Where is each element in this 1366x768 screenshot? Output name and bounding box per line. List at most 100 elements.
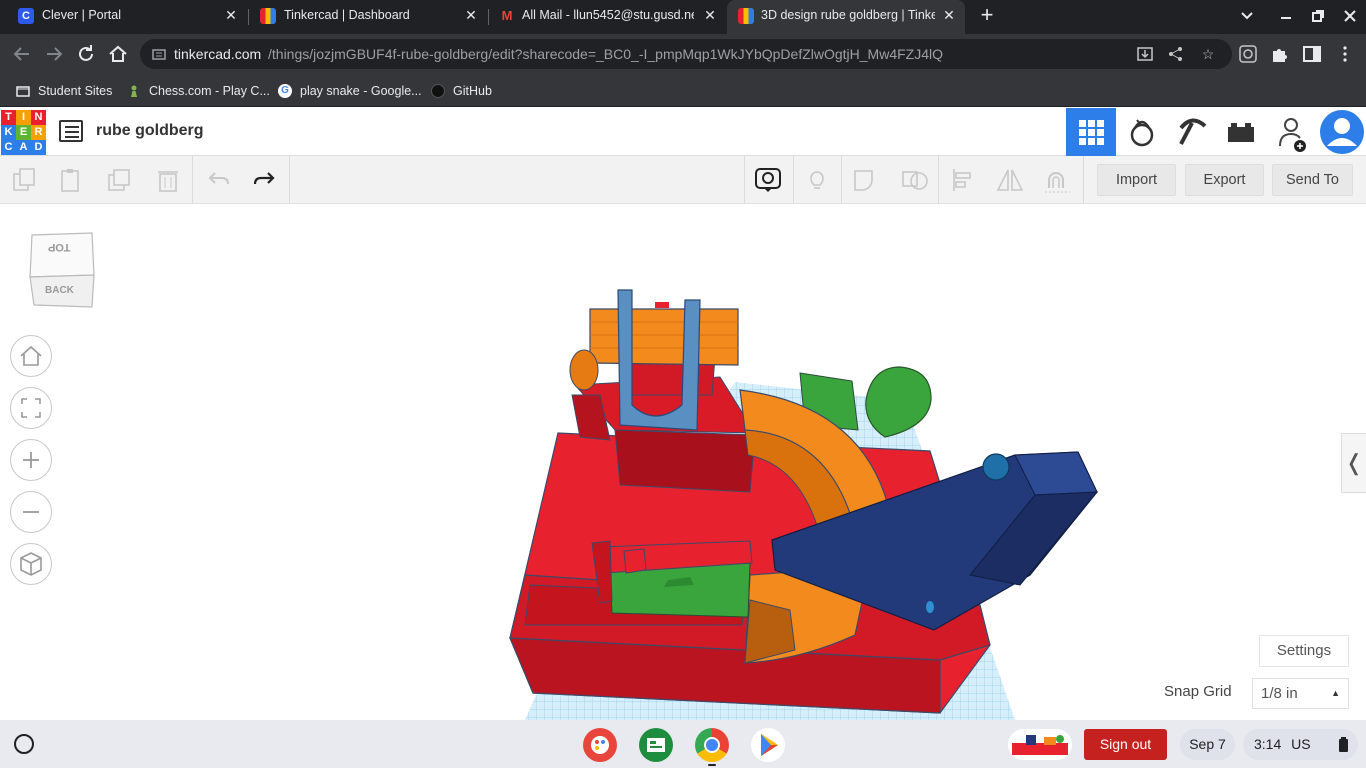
- snap-grid-select[interactable]: 1/8 in ▲: [1252, 678, 1349, 709]
- close-tab-icon[interactable]: ✕: [940, 6, 958, 24]
- lego-icon[interactable]: [1216, 108, 1266, 156]
- forward-icon[interactable]: [43, 43, 65, 65]
- lightbulb-icon[interactable]: [803, 166, 831, 194]
- profile-avatar[interactable]: [1317, 108, 1366, 156]
- side-panel-icon[interactable]: [1301, 43, 1323, 65]
- 3d-design-icon[interactable]: [1066, 108, 1116, 156]
- wifi-icon: [1319, 741, 1327, 751]
- google-icon: G: [278, 84, 292, 98]
- tinkercad-logo[interactable]: T I N K E R C A D: [1, 110, 46, 155]
- close-tab-icon[interactable]: ✕: [222, 6, 240, 24]
- minecraft-icon[interactable]: [1167, 108, 1217, 156]
- install-icon[interactable]: [1136, 45, 1154, 63]
- canvas-app-icon[interactable]: [583, 728, 617, 762]
- reload-icon[interactable]: [75, 43, 97, 65]
- tab-search-icon[interactable]: [1238, 8, 1256, 24]
- panel-collapse-tab[interactable]: ❬: [1341, 433, 1366, 493]
- ungroup-icon[interactable]: [901, 166, 929, 194]
- bookmark-label: Chess.com - Play C...: [149, 84, 270, 98]
- play-store-icon[interactable]: [751, 728, 785, 762]
- active-app-indicator: [708, 764, 716, 766]
- minimize-icon[interactable]: [1278, 8, 1294, 24]
- orange-log[interactable]: [589, 308, 739, 366]
- snap-grid-value: 1/8 in: [1261, 685, 1298, 702]
- clever-icon: C: [18, 8, 34, 24]
- restore-icon[interactable]: [1310, 8, 1326, 24]
- 3d-scene[interactable]: [0, 205, 1366, 720]
- red-small-cube: [623, 548, 647, 574]
- new-tab-button[interactable]: +: [976, 4, 998, 26]
- cruise-icon[interactable]: [1043, 166, 1071, 194]
- tab-clever[interactable]: C Clever | Portal ✕: [0, 0, 248, 32]
- bookmark-label: Student Sites: [38, 84, 113, 98]
- close-tab-icon[interactable]: ✕: [462, 6, 480, 24]
- tinkercad-icon: [260, 8, 276, 24]
- undo-icon[interactable]: [204, 166, 232, 194]
- address-bar[interactable]: tinkercad.com /things/jozjmGBUF4f-rube-g…: [140, 39, 1232, 69]
- settings-button[interactable]: Settings: [1259, 635, 1349, 667]
- green-balloon[interactable]: [865, 366, 932, 438]
- duplicate-icon[interactable]: [106, 166, 134, 194]
- bookmark-star-icon[interactable]: ☆: [1199, 45, 1217, 63]
- tab-3d-design[interactable]: 3D design rube goldberg | Tinkercad ✕: [727, 0, 965, 34]
- extensions-puzzle-icon[interactable]: [1269, 43, 1291, 65]
- bookmark-student-sites[interactable]: Student Sites: [16, 81, 112, 101]
- folder-icon: [16, 84, 30, 98]
- site-info-icon[interactable]: [152, 47, 166, 61]
- tab-title: All Mail - llun5452@stu.gusd.net: [522, 8, 694, 22]
- tote-preview[interactable]: [1008, 729, 1072, 760]
- bookmark-github[interactable]: GitHub: [431, 81, 492, 101]
- align-icon[interactable]: [950, 166, 978, 194]
- tinkercad-icon: [738, 8, 754, 24]
- design-list-icon[interactable]: [59, 120, 83, 142]
- bookmark-label: GitHub: [453, 84, 492, 98]
- menu-kebab-icon[interactable]: [1334, 43, 1356, 65]
- blue-marble[interactable]: [982, 453, 1010, 481]
- tab-gmail[interactable]: M All Mail - llun5452@stu.gusd.net ✕: [488, 0, 726, 32]
- system-taskbar: Sign out Sep 7 3:14 US: [0, 720, 1366, 768]
- mirror-icon[interactable]: [996, 166, 1024, 194]
- tab-title: Clever | Portal: [42, 8, 121, 22]
- home-icon[interactable]: [107, 43, 129, 65]
- sim-lab-icon[interactable]: [1117, 108, 1167, 156]
- paste-icon[interactable]: [57, 166, 85, 194]
- import-button[interactable]: Import: [1097, 164, 1176, 196]
- add-user-icon[interactable]: [1266, 108, 1316, 156]
- battery-icon: [1339, 737, 1348, 752]
- url-host: tinkercad.com: [174, 46, 262, 62]
- workplane-canvas[interactable]: TOP BACK ❬ Settings Snap Grid 1/8 in ▲: [0, 205, 1366, 720]
- red-block-front: [614, 429, 756, 493]
- launcher-icon[interactable]: [14, 734, 34, 754]
- share-icon[interactable]: [1167, 45, 1185, 63]
- tab-tinkercad-dashboard[interactable]: Tinkercad | Dashboard ✕: [248, 0, 488, 32]
- date-pill[interactable]: Sep 7: [1180, 729, 1235, 760]
- chrome-icon[interactable]: [695, 728, 729, 762]
- github-icon: [431, 84, 445, 98]
- clock: 3:14: [1254, 736, 1282, 752]
- redo-icon[interactable]: [251, 166, 279, 194]
- url-path: /things/jozjmGBUF4f-rube-goldberg/edit?s…: [268, 46, 944, 62]
- browser-tab-strip: C Clever | Portal ✕ Tinkercad | Dashboar…: [0, 0, 1366, 34]
- small-marble: [926, 601, 934, 613]
- copy-icon[interactable]: [11, 166, 39, 194]
- close-tab-icon[interactable]: ✕: [701, 6, 719, 24]
- close-window-icon[interactable]: [1342, 8, 1358, 24]
- bookmark-chess[interactable]: Chess.com - Play C...: [127, 81, 270, 101]
- orange-cylinder: [569, 349, 599, 391]
- sign-out-button[interactable]: Sign out: [1084, 729, 1167, 760]
- delete-icon[interactable]: [154, 166, 182, 194]
- bookmark-label: play snake - Google...: [300, 84, 422, 98]
- send-to-button[interactable]: Send To: [1272, 164, 1353, 196]
- export-button[interactable]: Export: [1185, 164, 1264, 196]
- tab-title: 3D design rube goldberg | Tinkercad: [761, 8, 935, 22]
- classroom-icon[interactable]: [639, 728, 673, 762]
- status-tray[interactable]: 3:14 US: [1243, 729, 1358, 760]
- notes-icon[interactable]: [754, 166, 782, 194]
- design-title[interactable]: rube goldberg: [96, 122, 204, 140]
- design-toolbar: Import Export Send To: [0, 156, 1366, 204]
- bookmark-snake[interactable]: G play snake - Google...: [278, 81, 422, 101]
- red-marker: [655, 302, 669, 308]
- back-icon[interactable]: [11, 43, 33, 65]
- extension-icon[interactable]: [1237, 43, 1259, 65]
- group-icon[interactable]: [852, 166, 880, 194]
